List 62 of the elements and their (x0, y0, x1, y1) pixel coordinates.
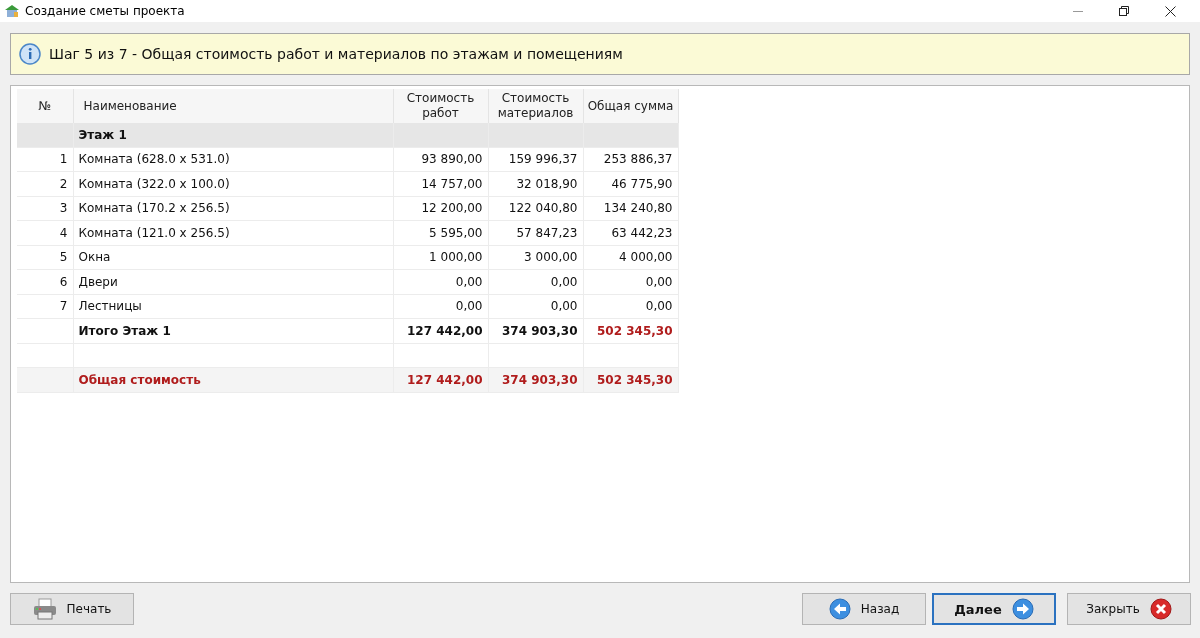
table-cell: Комната (170.2 x 256.5) (78, 201, 230, 216)
table-cell: 5 595,00 (429, 225, 483, 240)
restore-icon[interactable] (1119, 6, 1129, 16)
table-cell: Общая стоимость (78, 372, 201, 387)
print-button[interactable]: Печать (10, 593, 134, 625)
table-cell: 5 (59, 250, 68, 265)
table-cell: Комната (322.0 x 100.0) (78, 176, 230, 191)
table-cell: 63 442,23 (611, 225, 673, 240)
column-header[interactable]: Стоимость работ (393, 89, 488, 123)
table-cell: 32 018,90 (516, 176, 578, 191)
table-cell: 374 903,30 (501, 323, 578, 338)
table-cell: 374 903,30 (501, 372, 578, 387)
info-icon (19, 43, 41, 65)
table-cell: 502 345,30 (596, 323, 673, 338)
table-cell: Этаж 1 (78, 127, 127, 142)
table-cell: 159 996,37 (508, 152, 578, 167)
app-logo-icon (4, 4, 20, 18)
table-cell: Лестницы (78, 299, 142, 314)
table-cell: 7 (59, 299, 68, 314)
printer-icon (32, 598, 57, 620)
table-cell: 46 775,90 (611, 176, 673, 191)
column-header[interactable]: № (17, 89, 73, 123)
table-cell: 127 442,00 (406, 323, 483, 338)
window-title: Создание сметы проекта (25, 4, 185, 18)
table-cell: Комната (628.0 x 531.0) (78, 152, 230, 167)
cancel-icon (1149, 598, 1172, 620)
next-button[interactable]: Далее (932, 593, 1056, 625)
table-cell: 4 (59, 225, 68, 240)
table-cell: 2 (59, 176, 68, 191)
table-cell: 14 757,00 (421, 176, 483, 191)
table-cell: 93 890,00 (421, 152, 483, 167)
table-cell: 1 (59, 152, 68, 167)
table-cell: 0,00 (550, 299, 578, 314)
table-cell: 57 847,23 (516, 225, 578, 240)
table-cell: 1 000,00 (429, 250, 483, 265)
table-cell: 134 240,80 (603, 201, 673, 216)
table-cell: 0,00 (645, 299, 673, 314)
column-header[interactable]: Общая сумма (583, 89, 678, 123)
table-cell: 122 040,80 (508, 201, 578, 216)
close-icon[interactable] (1165, 5, 1176, 17)
table-cell: 4 000,00 (619, 250, 673, 265)
table-cell: 12 200,00 (421, 201, 483, 216)
table-cell: Окна (78, 250, 111, 265)
column-header[interactable]: Наименование (73, 89, 393, 123)
table-cell: 0,00 (455, 299, 483, 314)
back-button[interactable]: Назад (802, 593, 926, 625)
table-cell: 502 345,30 (596, 372, 673, 387)
table-cell: 0,00 (645, 274, 673, 289)
table-cell: Комната (121.0 x 256.5) (78, 225, 230, 240)
table-cell: 0,00 (550, 274, 578, 289)
table-cell: 127 442,00 (406, 372, 483, 387)
step-description: Шаг 5 из 7 - Общая стоимость работ и материалов по этажам и помещениям (49, 46, 623, 62)
table-cell: 6 (59, 274, 68, 289)
table-cell: 0,00 (455, 274, 483, 289)
table-cell: Итого Этаж 1 (78, 323, 171, 338)
table-cell: 3 000,00 (524, 250, 578, 265)
close-button[interactable]: Закрыть (1067, 593, 1191, 625)
minimize-icon[interactable] (1073, 10, 1083, 12)
table-cell: 3 (59, 201, 68, 216)
table-cell: 253 886,37 (603, 152, 673, 167)
table-cell: Двери (78, 274, 118, 289)
column-header[interactable]: Стоимость материалов (488, 89, 583, 123)
